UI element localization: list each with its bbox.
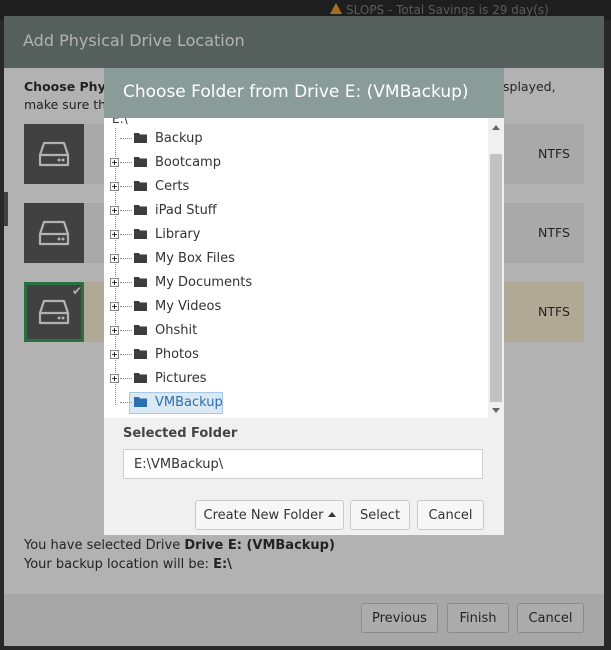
tree-connector <box>120 282 132 283</box>
choose-folder-dialog: Choose Folder from Drive E: (VMBackup) E… <box>104 68 504 535</box>
select-button[interactable]: Select <box>350 500 410 530</box>
folder-icon <box>134 180 147 195</box>
folder-icon <box>134 348 147 363</box>
expand-plus-icon[interactable] <box>110 278 119 287</box>
create-new-folder-button[interactable]: Create New Folder <box>195 500 344 530</box>
scrollbar-thumb[interactable] <box>490 154 502 402</box>
folder-icon <box>134 396 147 411</box>
folder-icon <box>134 372 147 387</box>
tree-item-selected[interactable]: VMBackup <box>104 392 488 414</box>
tree-connector <box>120 186 132 187</box>
tree-item[interactable]: Library <box>104 224 488 246</box>
selected-folder-label: Selected Folder <box>123 426 238 441</box>
scroll-down-arrow-icon[interactable] <box>492 408 500 413</box>
selected-folder-input[interactable] <box>123 449 483 479</box>
tree-item-label: My Documents <box>155 275 253 290</box>
expand-plus-icon[interactable] <box>110 182 119 191</box>
tree-connector <box>120 354 132 355</box>
folder-icon <box>134 300 147 315</box>
tree-item[interactable]: My Documents <box>104 272 488 294</box>
expand-plus-icon[interactable] <box>110 206 119 215</box>
tree-connector <box>120 306 132 307</box>
folder-tree[interactable]: E:\ Backup Bootcamp Certs iPad Stuff Library… <box>104 118 504 418</box>
tree-item[interactable]: Certs <box>104 176 488 198</box>
tree-item-label: Bootcamp <box>155 155 221 170</box>
tree-item-label: Certs <box>155 179 190 194</box>
tree-connector <box>120 138 132 139</box>
folder-icon <box>134 276 147 291</box>
folder-icon <box>134 132 147 147</box>
tree-item[interactable]: Backup <box>104 128 488 150</box>
tree-connector <box>120 402 132 403</box>
tree-item-label: VMBackup <box>155 395 223 410</box>
tree-connector <box>120 378 132 379</box>
tree-item-label: Ohshit <box>155 323 198 338</box>
expand-plus-icon[interactable] <box>110 254 119 263</box>
folder-icon <box>134 228 147 243</box>
folder-icon <box>134 252 147 267</box>
vertical-scrollbar[interactable] <box>488 118 504 418</box>
expand-plus-icon[interactable] <box>110 326 119 335</box>
tree-item-label: Library <box>155 227 201 242</box>
expand-plus-icon[interactable] <box>110 302 119 311</box>
expand-plus-icon[interactable] <box>110 158 119 167</box>
expand-plus-icon[interactable] <box>110 230 119 239</box>
create-new-folder-label: Create New Folder <box>203 508 324 523</box>
tree-item[interactable]: My Box Files <box>104 248 488 270</box>
expand-plus-icon[interactable] <box>110 350 119 359</box>
tree-root-label[interactable]: E:\ <box>112 118 128 126</box>
tree-connector <box>120 162 132 163</box>
tree-item-label: Backup <box>155 131 203 146</box>
tree-item-label: iPad Stuff <box>155 203 217 218</box>
tree-item[interactable]: iPad Stuff <box>104 200 488 222</box>
tree-connector <box>120 210 132 211</box>
folder-icon <box>134 156 147 171</box>
scroll-up-arrow-icon[interactable] <box>492 125 500 130</box>
tree-item-label: Pictures <box>155 371 207 386</box>
expand-plus-icon[interactable] <box>110 374 119 383</box>
folder-dialog-title-bar: Choose Folder from Drive E: (VMBackup) <box>104 68 504 118</box>
folder-dialog-title: Choose Folder from Drive E: (VMBackup) <box>123 82 469 102</box>
tree-connector <box>120 234 132 235</box>
tree-item[interactable]: Pictures <box>104 368 488 390</box>
caret-up-icon <box>327 512 336 517</box>
folder-cancel-button[interactable]: Cancel <box>417 500 484 530</box>
folder-icon <box>134 324 147 339</box>
tree-item[interactable]: Ohshit <box>104 320 488 342</box>
tree-connector <box>120 258 132 259</box>
tree-item-label: My Box Files <box>155 251 235 266</box>
tree-item[interactable]: Bootcamp <box>104 152 488 174</box>
folder-icon <box>134 204 147 219</box>
tree-item-label: My Videos <box>155 299 222 314</box>
tree-connector <box>120 330 132 331</box>
tree-item[interactable]: Photos <box>104 344 488 366</box>
tree-item-label: Photos <box>155 347 199 362</box>
tree-item[interactable]: My Videos <box>104 296 488 318</box>
